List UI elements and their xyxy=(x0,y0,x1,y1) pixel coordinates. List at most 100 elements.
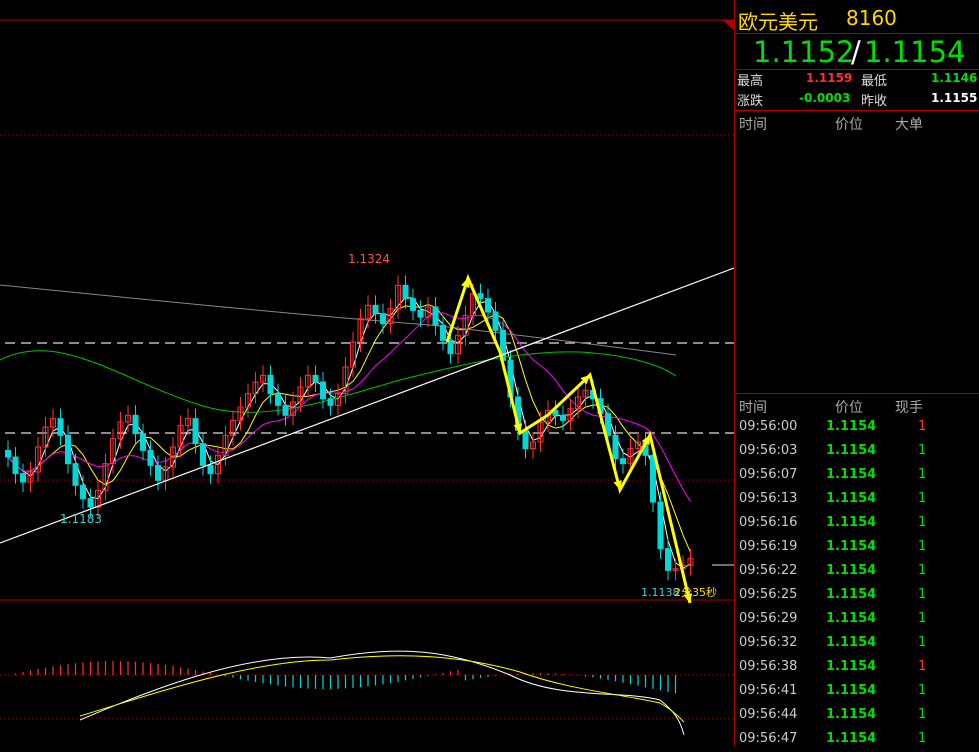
instrument-header: 欧元美元 8160 xyxy=(735,6,979,34)
tick-price: 1.1154 xyxy=(826,587,877,602)
chart-high-label: 1.1324 xyxy=(348,252,390,266)
tick-row: 09:56:19 1.1154 1 xyxy=(735,536,979,560)
candle-body xyxy=(485,298,491,313)
tick-time: 09:56:29 xyxy=(739,611,798,626)
candle-body xyxy=(132,414,139,435)
tick-time: 09:56:03 xyxy=(739,443,798,458)
big-order-price-header: 价位 xyxy=(835,117,863,133)
tick-time: 09:56:07 xyxy=(739,467,798,482)
candle-body xyxy=(492,311,499,331)
tick-row: 09:56:32 1.1154 1 xyxy=(735,632,979,656)
candle-body xyxy=(312,374,319,383)
prev-close-value: 1.1155 xyxy=(931,91,978,105)
tick-volume: 1 xyxy=(918,491,927,506)
tick-row: 09:56:13 1.1154 1 xyxy=(735,488,979,512)
instrument-code: 8160 xyxy=(846,6,897,30)
instrument-name: 欧元美元 xyxy=(738,10,818,34)
candle-body xyxy=(155,464,161,481)
tick-price-header: 价位 xyxy=(835,400,863,416)
big-order-size-header: 大单 xyxy=(895,117,923,133)
candle-body xyxy=(192,418,199,445)
tick-row: 09:56:07 1.1154 1 xyxy=(735,464,979,488)
candle-body xyxy=(665,548,671,571)
candle-body xyxy=(432,306,439,326)
tick-time-header: 时间 xyxy=(739,400,767,416)
candle-body xyxy=(327,398,334,406)
candle-body xyxy=(282,404,289,416)
tick-time: 09:56:00 xyxy=(739,419,798,434)
tick-volume: 1 xyxy=(918,635,927,650)
chart-low-label: 1.1183 xyxy=(60,512,102,526)
tick-price: 1.1154 xyxy=(826,539,877,554)
big-order-time-header: 时间 xyxy=(739,117,767,133)
candle-body xyxy=(72,463,79,486)
candle-body xyxy=(200,443,206,466)
tick-volume: 1 xyxy=(918,731,927,746)
candle-body xyxy=(320,381,326,400)
prev-close-label: 昨收 xyxy=(861,94,888,109)
candle-body xyxy=(560,414,566,421)
tick-row: 09:56:47 1.1154 1 xyxy=(735,728,979,752)
candle-body xyxy=(20,473,26,483)
tick-volume: 1 xyxy=(918,515,927,530)
bid-ask-separator: / xyxy=(851,35,861,69)
macd-dif-line xyxy=(79,650,685,736)
corner-marker xyxy=(722,20,734,30)
tick-row: 09:56:29 1.1154 1 xyxy=(735,608,979,632)
low-label: 最低 xyxy=(861,74,888,89)
tick-volume: 1 xyxy=(918,467,927,482)
candle-body xyxy=(267,374,274,395)
tick-row: 09:56:41 1.1154 1 xyxy=(735,680,979,704)
tick-price: 1.1154 xyxy=(826,443,877,458)
tick-time: 09:56:47 xyxy=(739,731,798,746)
tick-row: 09:56:38 1.1154 1 xyxy=(735,656,979,680)
candle-body xyxy=(402,284,409,300)
candle-body xyxy=(417,309,424,318)
candle-body xyxy=(140,433,146,451)
tick-time: 09:56:13 xyxy=(739,491,798,506)
candle-body xyxy=(5,449,11,458)
tick-volume: 1 xyxy=(918,563,927,578)
tick-row: 09:56:03 1.1154 1 xyxy=(735,440,979,464)
divider xyxy=(735,393,979,394)
candle-body xyxy=(12,456,19,475)
ma-line-mid xyxy=(7,303,691,553)
tick-volume: 1 xyxy=(918,683,927,698)
tick-time: 09:56:19 xyxy=(739,539,798,554)
candle-body xyxy=(612,434,619,460)
tick-price: 1.1154 xyxy=(826,611,877,626)
candle-body xyxy=(620,458,626,465)
tick-price: 1.1154 xyxy=(826,419,877,434)
ma-line-120 xyxy=(0,284,677,356)
tick-time: 09:56:44 xyxy=(739,707,798,722)
annotation-arrowhead xyxy=(461,278,470,288)
candle-body xyxy=(447,339,454,355)
candle-body xyxy=(57,418,64,436)
tick-price: 1.1154 xyxy=(826,731,877,746)
tick-price: 1.1154 xyxy=(826,515,877,530)
candle-body xyxy=(372,304,379,315)
tick-time: 09:56:16 xyxy=(739,515,798,530)
macd-dea-line xyxy=(79,655,685,723)
tick-time: 09:56:22 xyxy=(739,563,798,578)
candle-body xyxy=(147,449,154,466)
bid-ask-display: 1.1152 / 1.1154 xyxy=(735,33,979,70)
tick-price: 1.1154 xyxy=(826,491,877,506)
low-value: 1.1146 xyxy=(931,71,978,85)
tick-price: 1.1154 xyxy=(826,563,877,578)
divider xyxy=(735,110,979,111)
ask-price: 1.1154 xyxy=(864,35,966,69)
kline-chart[interactable]: 1.1324 1.1183 1.1138 2分35秒 xyxy=(0,0,735,746)
tick-price: 1.1154 xyxy=(826,467,877,482)
tick-row: 09:56:16 1.1154 1 xyxy=(735,512,979,536)
chart-countdown-label: 2分35秒 xyxy=(674,585,717,599)
tick-time: 09:56:41 xyxy=(739,683,798,698)
tick-row: 09:56:44 1.1154 1 xyxy=(735,704,979,728)
annotation-zigzag xyxy=(445,273,692,604)
high-label: 最高 xyxy=(737,74,764,89)
tick-row: 09:56:25 1.1154 1 xyxy=(735,584,979,608)
change-value: -0.0003 xyxy=(799,91,851,105)
tick-volume: 1 xyxy=(918,587,927,602)
candle-body xyxy=(650,454,656,503)
tick-price: 1.1154 xyxy=(826,635,877,650)
